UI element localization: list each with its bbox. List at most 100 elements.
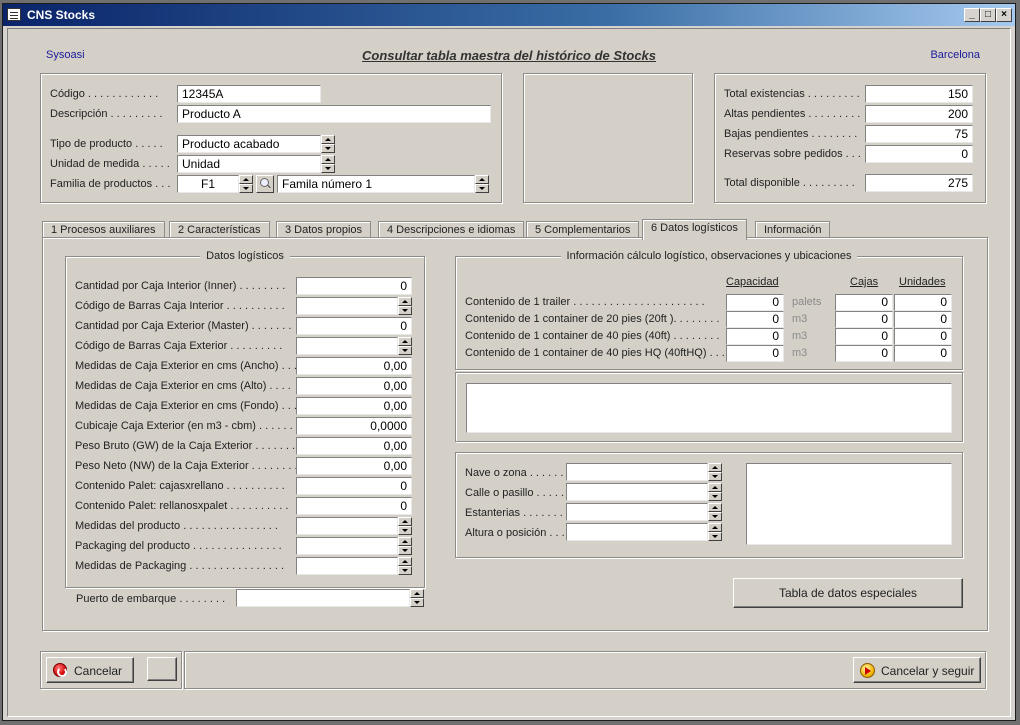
existencias-field[interactable]: 150 bbox=[865, 85, 973, 103]
observaciones-textarea[interactable] bbox=[466, 383, 952, 433]
puerto-field[interactable] bbox=[236, 589, 410, 607]
tab-datos-logisticos[interactable]: 6 Datos logísticos bbox=[642, 219, 747, 240]
nave-spinner[interactable] bbox=[708, 463, 722, 481]
estanterias-spinner[interactable] bbox=[708, 503, 722, 521]
cajas-field[interactable]: 0 bbox=[835, 345, 893, 362]
familia-name-spinner[interactable] bbox=[475, 175, 489, 193]
tabla-datos-especiales-button[interactable]: Tabla de datos especiales bbox=[733, 578, 963, 608]
calculo-group: Información cálculo logístico, observaci… bbox=[455, 250, 963, 370]
capacidad-field[interactable]: 0 bbox=[726, 294, 784, 311]
altas-field[interactable]: 200 bbox=[865, 105, 973, 123]
logistics-row-field[interactable]: 0 bbox=[296, 497, 412, 515]
window-title: CNS Stocks bbox=[27, 8, 96, 22]
tab-page-datos-logisticos: Datos logísticos Cantidad por Caja Inter… bbox=[42, 237, 988, 631]
close-button[interactable]: × bbox=[996, 8, 1012, 22]
observaciones-group bbox=[455, 372, 963, 442]
col-cajas: Cajas bbox=[850, 276, 879, 288]
unidades-field[interactable]: 0 bbox=[894, 311, 952, 328]
logistics-row-spinner[interactable] bbox=[398, 537, 412, 555]
calc-row-label: Contenido de 1 trailer . . . . . . . . .… bbox=[465, 296, 705, 308]
logistics-row-field[interactable] bbox=[296, 297, 398, 315]
logistics-row-spinner[interactable] bbox=[398, 337, 412, 355]
logistics-row-field[interactable]: 0,00 bbox=[296, 357, 412, 375]
familia-code-spinner[interactable] bbox=[239, 175, 253, 193]
totals-panel: Total existencias . . . . . . . . . 150 … bbox=[714, 73, 986, 203]
reservas-field[interactable]: 0 bbox=[865, 145, 973, 163]
estanterias-label: Estanterias . . . . . . . bbox=[465, 507, 563, 519]
familia-name-field[interactable]: Famila número 1 bbox=[277, 175, 475, 193]
next-icon bbox=[860, 663, 875, 678]
unit-label: m3 bbox=[792, 330, 808, 342]
logistics-row-field[interactable]: 0,00 bbox=[296, 457, 412, 475]
nave-field[interactable] bbox=[566, 463, 708, 481]
logistics-row-field[interactable]: 0,0000 bbox=[296, 417, 412, 435]
logistics-row-field[interactable]: 0,00 bbox=[296, 437, 412, 455]
unit-label: m3 bbox=[792, 347, 808, 359]
unit-label: palets bbox=[792, 296, 822, 308]
bottom-right-panel: Cancelar y seguir bbox=[184, 651, 986, 689]
blank-button[interactable] bbox=[147, 657, 177, 681]
unit-label: m3 bbox=[792, 313, 808, 325]
logistics-row-spinner[interactable] bbox=[398, 557, 412, 575]
cajas-field[interactable]: 0 bbox=[835, 328, 893, 345]
altura-spinner[interactable] bbox=[708, 523, 722, 541]
cajas-field[interactable]: 0 bbox=[835, 311, 893, 328]
unidad-field[interactable]: Unidad bbox=[177, 155, 321, 173]
logistics-row-field[interactable]: 0 bbox=[296, 277, 412, 295]
capacidad-field[interactable]: 0 bbox=[726, 311, 784, 328]
puerto-spinner[interactable] bbox=[410, 589, 424, 607]
col-unidades: Unidades bbox=[899, 276, 946, 288]
tipo-spinner[interactable] bbox=[321, 135, 335, 153]
logistics-row-field[interactable] bbox=[296, 517, 398, 535]
logistics-row-spinner[interactable] bbox=[398, 517, 412, 535]
descripcion-field[interactable]: Producto A bbox=[177, 105, 491, 123]
existencias-label: Total existencias . . . . . . . . . bbox=[724, 88, 860, 100]
unidades-field[interactable]: 0 bbox=[894, 294, 952, 311]
logistics-row-spinner[interactable] bbox=[398, 297, 412, 315]
logistics-row-label: Contenido Palet: rellanosxpalet . . . . … bbox=[75, 500, 289, 512]
capacidad-field[interactable]: 0 bbox=[726, 345, 784, 362]
calle-label: Calle o pasillo . . . . . bbox=[465, 487, 565, 499]
disponible-field[interactable]: 275 bbox=[865, 174, 973, 192]
tipo-label: Tipo de producto . . . . . bbox=[50, 138, 163, 150]
logistics-row-field[interactable]: 0,00 bbox=[296, 397, 412, 415]
logistics-row-field[interactable] bbox=[296, 337, 398, 355]
search-icon[interactable] bbox=[256, 175, 274, 193]
logistics-row-field[interactable] bbox=[296, 537, 398, 555]
minimize-button[interactable]: _ bbox=[964, 8, 980, 22]
bajas-field[interactable]: 75 bbox=[865, 125, 973, 143]
cancelar-y-seguir-button[interactable]: Cancelar y seguir bbox=[853, 657, 981, 683]
familia-code-field[interactable]: F1 bbox=[177, 175, 239, 193]
familia-label: Familia de productos . . . bbox=[50, 178, 171, 190]
codigo-field[interactable]: 12345A bbox=[177, 85, 321, 103]
col-capacidad: Capacidad bbox=[726, 276, 779, 288]
datos-logisticos-group: Datos logísticos Cantidad por Caja Inter… bbox=[65, 250, 425, 588]
calc-row-label: Contenido de 1 container de 20 pies (20f… bbox=[465, 313, 720, 325]
unidad-label: Unidad de medida . . . . . bbox=[50, 158, 170, 170]
estanterias-field[interactable] bbox=[566, 503, 708, 521]
capacidad-field[interactable]: 0 bbox=[726, 328, 784, 345]
logistics-row-label: Cantidad por Caja Interior (Inner) . . .… bbox=[75, 280, 286, 292]
logistics-row-field[interactable]: 0 bbox=[296, 477, 412, 495]
unidades-field[interactable]: 0 bbox=[894, 328, 952, 345]
unidad-spinner[interactable] bbox=[321, 155, 335, 173]
maximize-button[interactable]: □ bbox=[980, 8, 996, 22]
ubicacion-notes-textarea[interactable] bbox=[746, 463, 952, 545]
app-icon[interactable] bbox=[7, 8, 21, 21]
cancelar-label: Cancelar bbox=[74, 664, 123, 678]
cancelar-button[interactable]: Cancelar bbox=[46, 657, 134, 683]
logistics-row-field[interactable] bbox=[296, 557, 398, 575]
calculo-title: Información cálculo logístico, observaci… bbox=[560, 250, 858, 262]
reservas-label: Reservas sobre pedidos . . . bbox=[724, 148, 861, 160]
logistics-row-field[interactable]: 0,00 bbox=[296, 377, 412, 395]
calle-spinner[interactable] bbox=[708, 483, 722, 501]
logistics-row-field[interactable]: 0 bbox=[296, 317, 412, 335]
logistics-row-label: Medidas de Caja Exterior en cms (Ancho) … bbox=[75, 360, 297, 372]
cajas-field[interactable]: 0 bbox=[835, 294, 893, 311]
unidades-field[interactable]: 0 bbox=[894, 345, 952, 362]
tipo-field[interactable]: Producto acabado bbox=[177, 135, 321, 153]
altura-field[interactable] bbox=[566, 523, 708, 541]
logistics-row-label: Contenido Palet: cajasxrellano . . . . .… bbox=[75, 480, 285, 492]
calle-field[interactable] bbox=[566, 483, 708, 501]
location-name: Barcelona bbox=[930, 49, 980, 61]
